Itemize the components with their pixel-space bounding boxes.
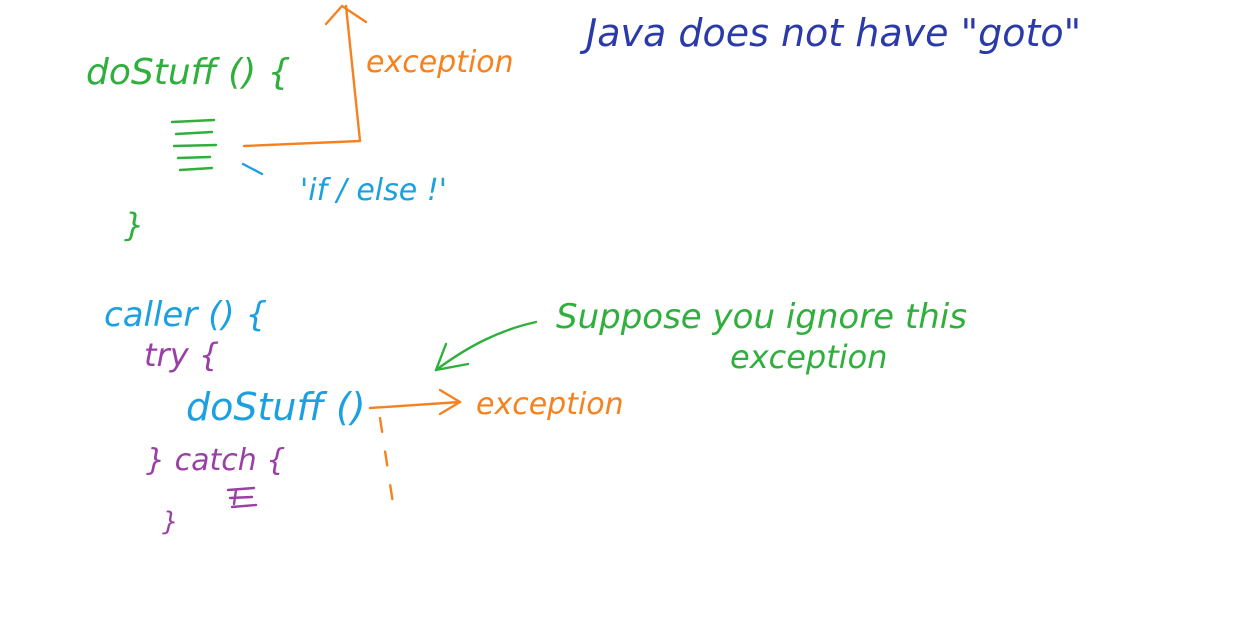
catch-line: } catch { <box>146 443 285 478</box>
dostuff-close-brace: } <box>124 206 144 244</box>
whiteboard-canvas: Java does not have "goto" doStuff () { '… <box>0 0 1246 621</box>
catch-body-lines <box>226 486 258 509</box>
try-open: try { <box>144 336 219 374</box>
annotation-line-2: exception <box>730 338 888 376</box>
note-top-right: Java does not have "goto" <box>579 11 1081 55</box>
dashed-propagation-line <box>378 416 396 512</box>
exception-label-bottom: exception <box>476 387 624 422</box>
exception-arrow-right <box>368 388 462 416</box>
caller-function-header: caller () { <box>104 295 267 335</box>
caller-close-brace: } <box>162 507 179 537</box>
exception-label-top: exception <box>366 45 514 80</box>
dostuff-call: doStuff () <box>186 385 366 429</box>
if-else-comment: 'if / else !' <box>300 173 447 208</box>
dostuff-body-lines <box>170 118 218 172</box>
annotation-arrow <box>434 320 538 372</box>
annotation-line-1: Suppose you ignore this <box>556 297 967 337</box>
blue-dash-mark <box>241 162 264 176</box>
dostuff-function-header: doStuff () { <box>86 52 291 93</box>
